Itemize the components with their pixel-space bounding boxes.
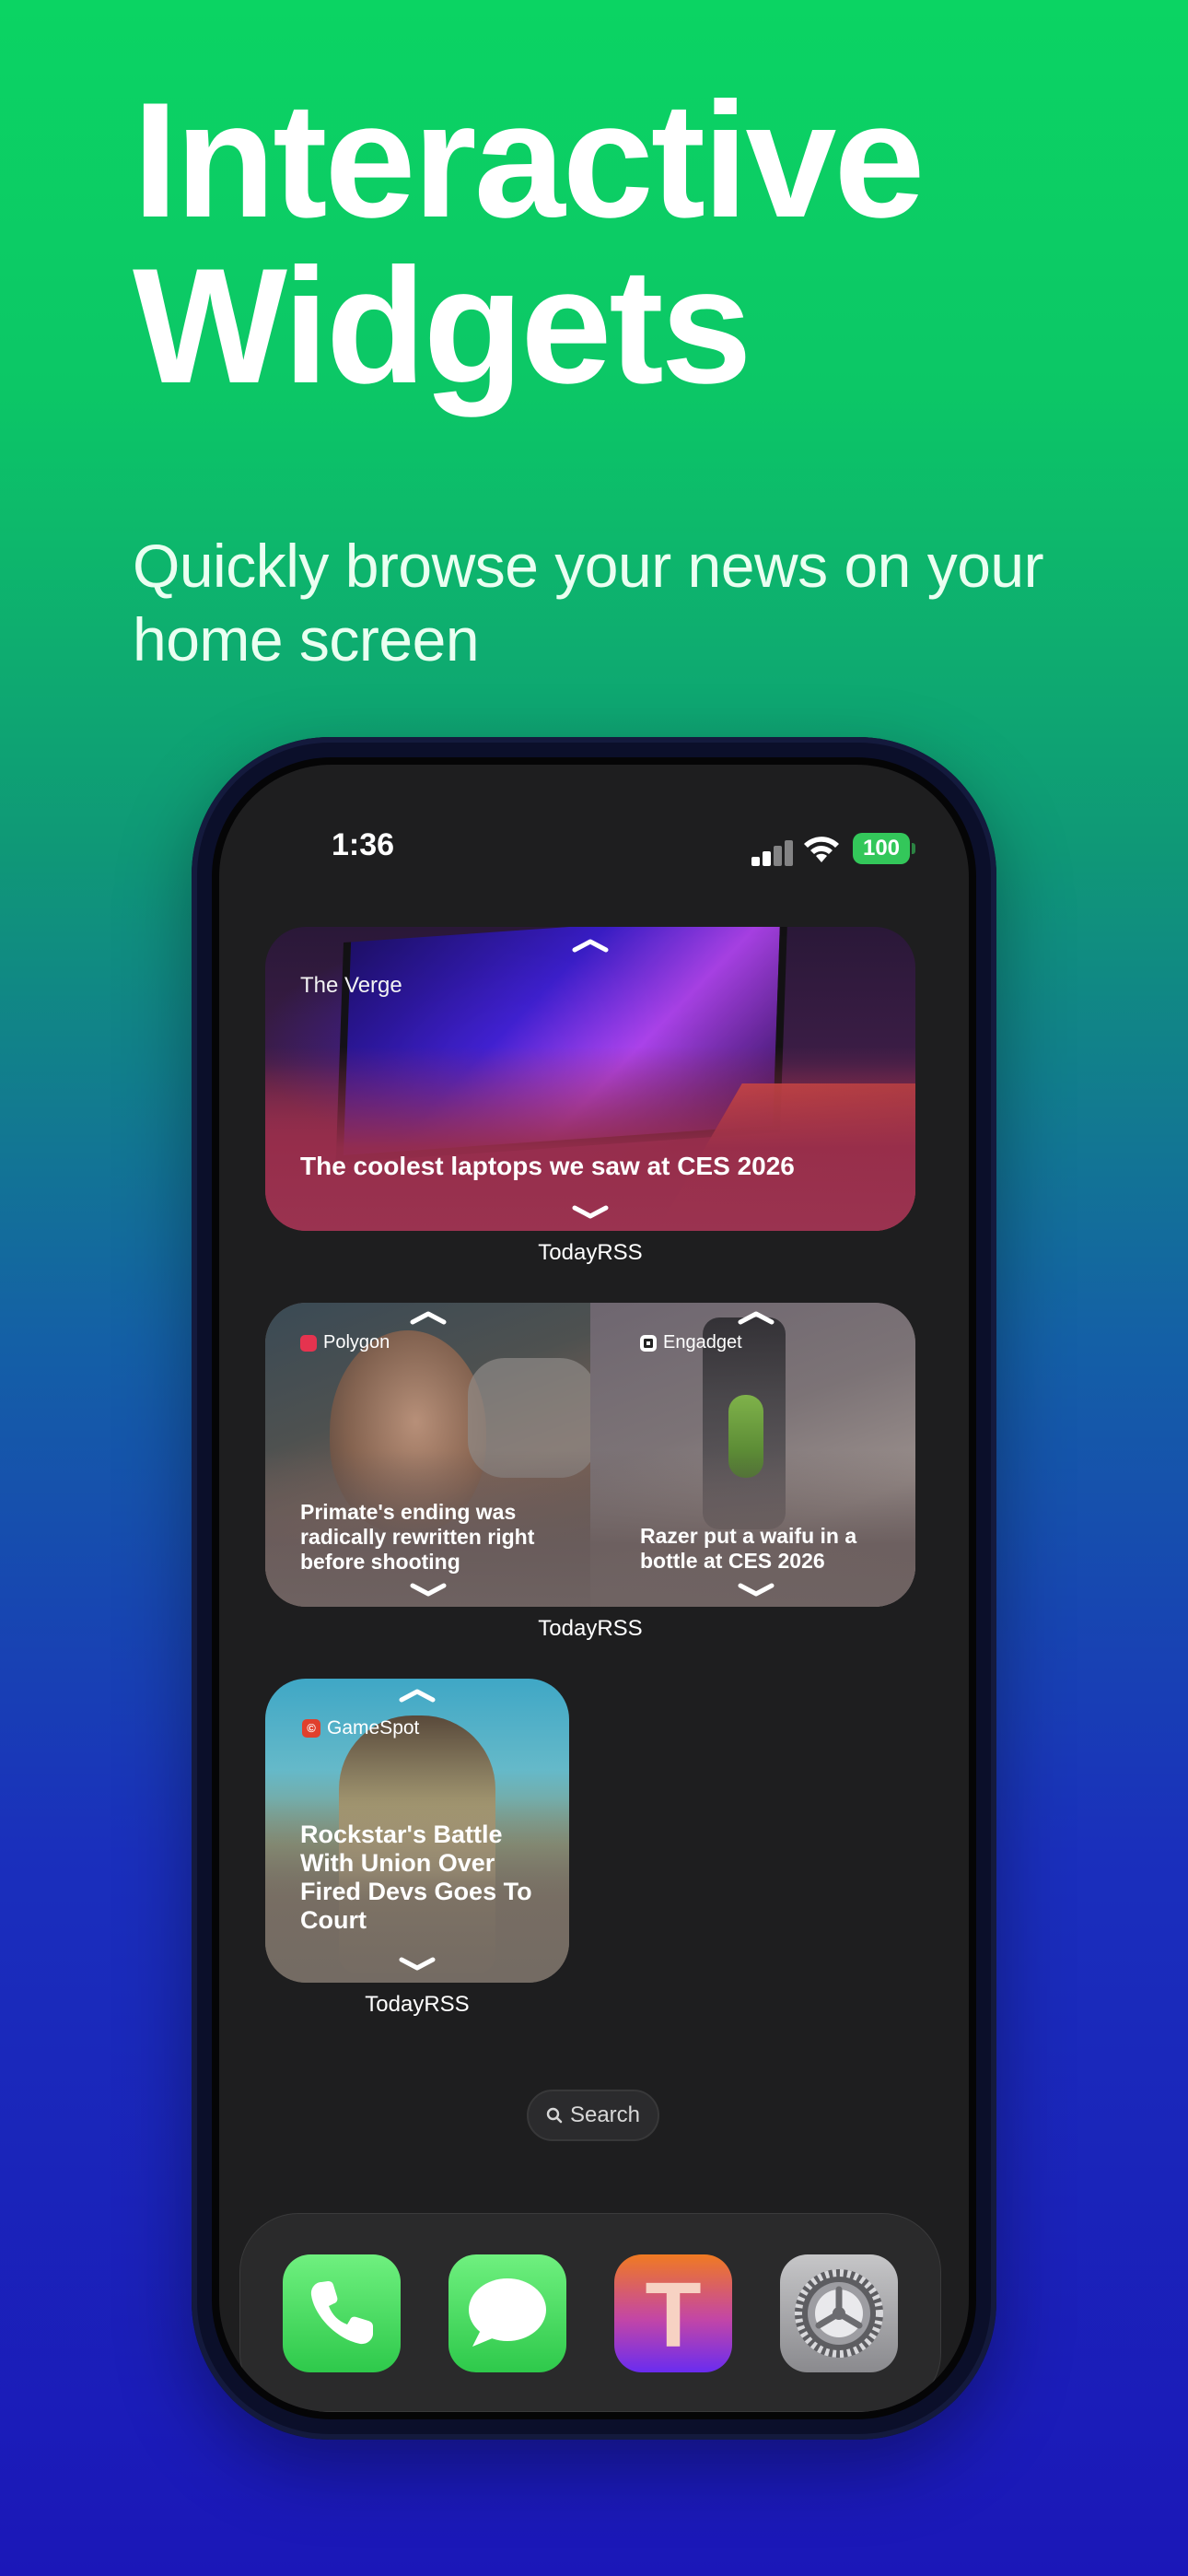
article-source: © GameSpot bbox=[302, 1717, 419, 1739]
engadget-logo-icon bbox=[640, 1334, 657, 1352]
spotlight-search-button[interactable]: Search bbox=[527, 2090, 659, 2141]
widget-small-article[interactable]: © GameSpot Rockstar's Battle With Union … bbox=[265, 1679, 569, 1983]
gamespot-logo-icon: © bbox=[302, 1719, 320, 1738]
status-bar: 1:36 100 bbox=[219, 820, 969, 875]
widget-label: TodayRSS bbox=[365, 1992, 470, 2017]
chevron-down-icon[interactable] bbox=[737, 1583, 775, 1598]
article-source-name: GameSpot bbox=[327, 1717, 420, 1739]
hero-subtitle: Quickly browse your news on your home sc… bbox=[133, 532, 1044, 673]
phone-app-icon[interactable] bbox=[283, 2254, 401, 2372]
dock: T bbox=[239, 2213, 941, 2412]
home-screen: 1:36 100 The Verge The coolest laptops w… bbox=[212, 757, 976, 2419]
cellular-signal-icon bbox=[751, 840, 793, 866]
chevron-down-icon[interactable] bbox=[571, 1205, 610, 1220]
widget-label: TodayRSS bbox=[538, 1240, 643, 1265]
battery-indicator: 100 bbox=[853, 833, 915, 864]
search-label: Search bbox=[569, 2102, 641, 2127]
hero-title: Interactive Widgets bbox=[133, 77, 1146, 409]
status-time: 1:36 bbox=[332, 827, 395, 862]
article-right[interactable]: Engadget Razer put a waifu in a bottle a… bbox=[590, 1303, 915, 1607]
chevron-down-icon[interactable] bbox=[409, 1583, 448, 1598]
article-source-name: Polygon bbox=[323, 1332, 390, 1352]
chevron-up-icon[interactable] bbox=[571, 938, 610, 953]
chevron-up-icon[interactable] bbox=[409, 1310, 448, 1325]
article-left[interactable]: Polygon Primate's ending was radically r… bbox=[265, 1303, 590, 1607]
chevron-up-icon[interactable] bbox=[398, 1688, 437, 1703]
polygon-logo-icon bbox=[300, 1334, 317, 1352]
chevron-up-icon[interactable] bbox=[737, 1310, 775, 1325]
article-source: The Verge bbox=[300, 973, 402, 998]
hero-title-line1: Interactive bbox=[133, 68, 925, 252]
hero-title-line2: Widgets bbox=[133, 234, 752, 417]
image-shade bbox=[265, 1047, 915, 1231]
todayrss-app-icon[interactable]: T bbox=[614, 2254, 732, 2372]
settings-app-icon[interactable] bbox=[780, 2254, 898, 2372]
chevron-down-icon[interactable] bbox=[398, 1957, 437, 1972]
article-headline[interactable]: Rockstar's Battle With Union Over Fired … bbox=[300, 1821, 549, 1935]
article-headline[interactable]: Primate's ending was radically rewritten… bbox=[300, 1500, 567, 1575]
phone-frame: 1:36 100 The Verge The coolest laptops w… bbox=[192, 737, 996, 2440]
article-source: Polygon bbox=[300, 1332, 390, 1353]
widget-large-article[interactable]: The Verge The coolest laptops we saw at … bbox=[265, 927, 915, 1231]
article-headline[interactable]: The coolest laptops we saw at CES 2026 bbox=[300, 1152, 890, 1181]
article-source-name: Engadget bbox=[663, 1332, 742, 1352]
messages-app-icon[interactable] bbox=[448, 2254, 566, 2372]
article-source: Engadget bbox=[640, 1332, 742, 1353]
widget-label: TodayRSS bbox=[538, 1616, 643, 1641]
todayrss-letter: T bbox=[645, 2264, 702, 2367]
widget-double-article[interactable]: Polygon Primate's ending was radically r… bbox=[265, 1303, 915, 1607]
search-icon bbox=[546, 2107, 563, 2124]
wifi-icon bbox=[801, 835, 842, 866]
article-headline[interactable]: Razer put a waifu in a bottle at CES 202… bbox=[640, 1524, 879, 1574]
